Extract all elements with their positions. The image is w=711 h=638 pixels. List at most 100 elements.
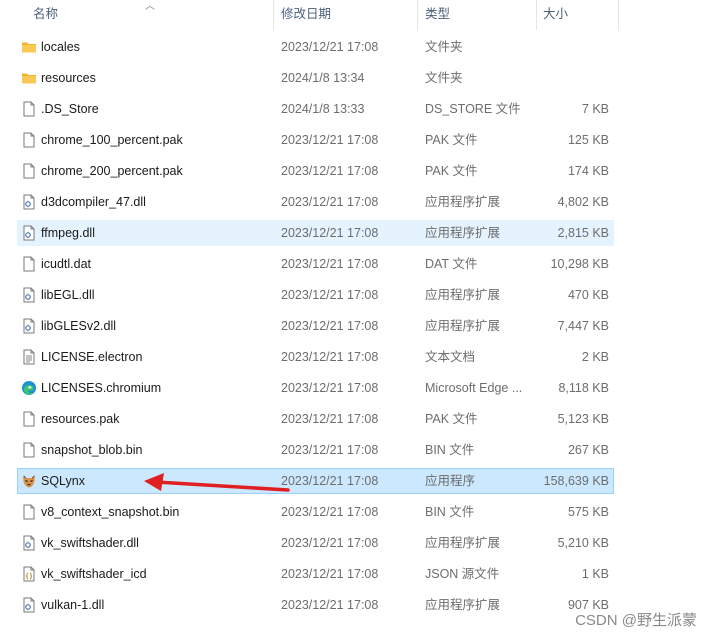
file-name: chrome_200_percent.pak bbox=[41, 164, 183, 178]
file-type: PAK 文件 bbox=[425, 412, 478, 426]
file-name: chrome_100_percent.pak bbox=[41, 133, 183, 147]
file-name: vk_swiftshader_icd bbox=[41, 567, 147, 581]
file-date-modified: 2024/1/8 13:34 bbox=[281, 71, 365, 85]
file-name: vk_swiftshader.dll bbox=[41, 536, 139, 550]
file-row[interactable]: SQLynx 2023/12/21 17:08 应用程序 158,639 KB bbox=[17, 468, 614, 494]
file-type: DS_STORE 文件 bbox=[425, 102, 521, 116]
file-row[interactable]: icudtl.dat 2023/12/21 17:08 DAT 文件 10,298 K… bbox=[17, 251, 614, 277]
dll-icon bbox=[21, 287, 37, 303]
column-header-date[interactable]: 修改日期 bbox=[274, 0, 418, 30]
file-type: PAK 文件 bbox=[425, 164, 478, 178]
file-type: BIN 文件 bbox=[425, 443, 475, 457]
file-type: Microsoft Edge ... bbox=[425, 381, 523, 395]
column-header-type-label: 类型 bbox=[425, 7, 451, 21]
file-type: 应用程序扩展 bbox=[425, 319, 501, 333]
file-date-modified: 2023/12/21 17:08 bbox=[281, 40, 379, 54]
file-row[interactable]: vk_swiftshader_icd 2023/12/21 17:08 JSON 源… bbox=[17, 561, 614, 587]
file-icon bbox=[21, 101, 37, 117]
file-row[interactable]: ffmpeg.dll 2023/12/21 17:08 应用程序扩展 2,815 KB bbox=[17, 220, 614, 246]
file-row[interactable]: chrome_200_percent.pak 2023/12/21 17:08 PA… bbox=[17, 158, 614, 184]
file-row[interactable]: .DS_Store 2024/1/8 13:33 DS_STORE 文件 7 KB bbox=[17, 96, 614, 122]
file-size: 7 KB bbox=[581, 102, 609, 116]
file-name: d3dcompiler_47.dll bbox=[41, 195, 146, 209]
file-name: libGLESv2.dll bbox=[41, 319, 117, 333]
file-size: 8,118 KB bbox=[558, 381, 609, 395]
file-date-modified: 2023/12/21 17:08 bbox=[281, 350, 379, 364]
file-size: 267 KB bbox=[567, 443, 609, 457]
file-type: PAK 文件 bbox=[425, 133, 478, 147]
file-size: 158,639 KB bbox=[543, 474, 609, 488]
file-date-modified: 2023/12/21 17:08 bbox=[281, 598, 379, 612]
folder-icon bbox=[21, 39, 37, 55]
file-name: locales bbox=[41, 40, 80, 54]
file-date-modified: 2023/12/21 17:08 bbox=[281, 474, 379, 488]
column-header-size[interactable]: 大小 bbox=[537, 0, 619, 30]
file-date-modified: 2023/12/21 17:08 bbox=[281, 412, 379, 426]
file-size: 5,210 KB bbox=[557, 536, 609, 550]
file-size: 2 KB bbox=[581, 350, 609, 364]
json-file-icon bbox=[21, 566, 37, 582]
file-row[interactable]: snapshot_blob.bin 2023/12/21 17:08 BIN 文件 2… bbox=[17, 437, 614, 463]
file-row[interactable]: LICENSE.electron 2023/12/21 17:08 文本文档 2 KB bbox=[17, 344, 614, 370]
watermark: CSDN @野生派蒙 bbox=[575, 612, 697, 629]
file-type: 应用程序扩展 bbox=[425, 195, 501, 209]
file-row[interactable]: d3dcompiler_47.dll 2023/12/21 17:08 应用程序扩展… bbox=[17, 189, 614, 215]
file-type: BIN 文件 bbox=[425, 505, 475, 519]
file-row[interactable]: LICENSES.chromium 2023/12/21 17:08 Microso… bbox=[17, 375, 614, 401]
file-icon bbox=[21, 163, 37, 179]
file-row[interactable]: v8_context_snapshot.bin 2023/12/21 17:08 B… bbox=[17, 499, 614, 525]
file-type: 应用程序扩展 bbox=[425, 536, 501, 550]
file-icon bbox=[21, 256, 37, 272]
file-date-modified: 2023/12/21 17:08 bbox=[281, 567, 379, 581]
file-type: 应用程序扩展 bbox=[425, 226, 501, 240]
file-size: 575 KB bbox=[567, 505, 609, 519]
file-name: LICENSES.chromium bbox=[41, 381, 162, 395]
red-arrow-annotation bbox=[144, 473, 290, 492]
file-size: 10,298 KB bbox=[550, 257, 609, 271]
column-header-date-label: 修改日期 bbox=[281, 7, 332, 21]
file-date-modified: 2023/12/21 17:08 bbox=[281, 164, 379, 178]
column-header-bar: ︿ 名称 修改日期 类型 大小 bbox=[0, 0, 711, 30]
file-size: 7,447 KB bbox=[557, 319, 609, 333]
file-row[interactable]: libEGL.dll 2023/12/21 17:08 应用程序扩展 470 KB bbox=[17, 282, 614, 308]
file-row[interactable]: vulkan-1.dll 2023/12/21 17:08 应用程序扩展 907 KB bbox=[17, 592, 614, 618]
file-row[interactable]: resources 2024/1/8 13:34 文件夹 bbox=[17, 65, 614, 91]
file-type: 文件夹 bbox=[425, 71, 463, 85]
file-date-modified: 2023/12/21 17:08 bbox=[281, 133, 379, 147]
file-row[interactable]: locales 2023/12/21 17:08 文件夹 bbox=[17, 34, 614, 60]
dll-icon bbox=[21, 535, 37, 551]
file-size: 4,802 KB bbox=[557, 195, 609, 209]
file-name: .DS_Store bbox=[41, 102, 99, 116]
file-name: icudtl.dat bbox=[41, 257, 92, 271]
file-icon bbox=[21, 504, 37, 520]
text-file-icon bbox=[21, 349, 37, 365]
file-icon bbox=[21, 132, 37, 148]
column-header-name[interactable]: 名称 bbox=[0, 0, 274, 30]
dll-icon bbox=[21, 597, 37, 613]
file-size: 174 KB bbox=[567, 164, 609, 178]
file-type: 应用程序扩展 bbox=[425, 288, 501, 302]
file-size: 2,815 KB bbox=[557, 226, 609, 240]
file-date-modified: 2023/12/21 17:08 bbox=[281, 226, 379, 240]
file-row[interactable]: resources.pak 2023/12/21 17:08 PAK 文件 5,123… bbox=[17, 406, 614, 432]
dll-icon bbox=[21, 194, 37, 210]
folder-icon bbox=[21, 70, 37, 86]
column-header-size-label: 大小 bbox=[543, 7, 569, 21]
file-name: libEGL.dll bbox=[41, 288, 95, 302]
file-date-modified: 2023/12/21 17:08 bbox=[281, 319, 379, 333]
file-date-modified: 2023/12/21 17:08 bbox=[281, 257, 379, 271]
file-size: 470 KB bbox=[567, 288, 609, 302]
file-row[interactable]: vk_swiftshader.dll 2023/12/21 17:08 应用程序扩展… bbox=[17, 530, 614, 556]
column-header-type[interactable]: 类型 bbox=[418, 0, 537, 30]
file-date-modified: 2023/12/21 17:08 bbox=[281, 443, 379, 457]
edge-icon bbox=[21, 380, 37, 396]
file-size: 125 KB bbox=[567, 133, 609, 147]
file-date-modified: 2023/12/21 17:08 bbox=[281, 381, 379, 395]
file-name: ffmpeg.dll bbox=[41, 226, 95, 240]
file-name: resources.pak bbox=[41, 412, 120, 426]
file-row[interactable]: libGLESv2.dll 2023/12/21 17:08 应用程序扩展 7,447… bbox=[17, 313, 614, 339]
file-name: LICENSE.electron bbox=[41, 350, 143, 364]
file-type: 应用程序 bbox=[425, 474, 476, 488]
file-row[interactable]: chrome_100_percent.pak 2023/12/21 17:08 PA… bbox=[17, 127, 614, 153]
file-icon bbox=[21, 442, 37, 458]
